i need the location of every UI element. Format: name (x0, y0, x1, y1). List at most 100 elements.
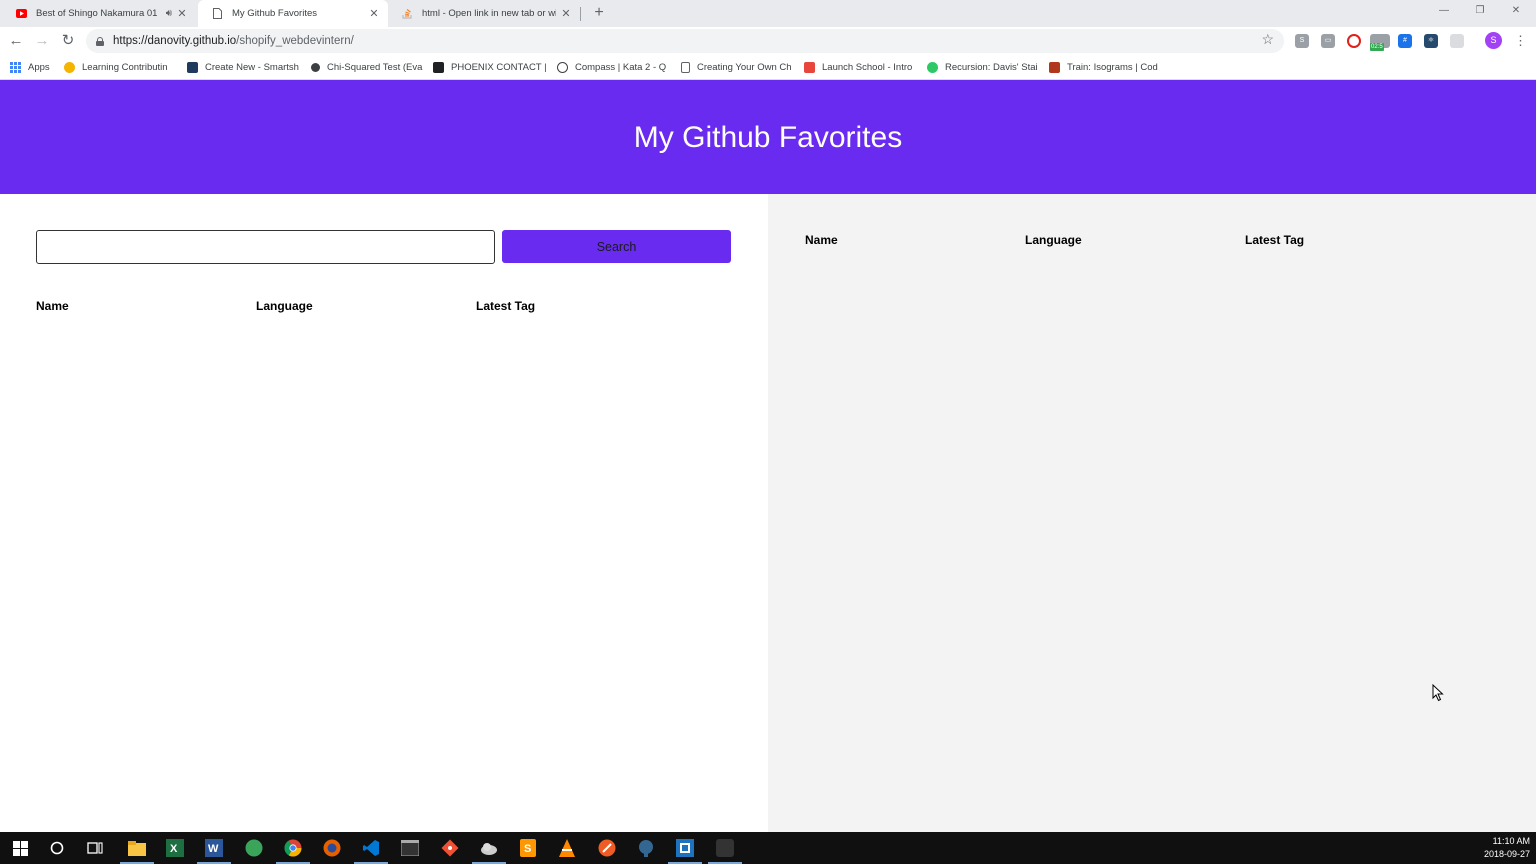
page-content: My Github Favorites Search Name Language… (0, 80, 1536, 832)
url-text: https://danovity.github.io/shopify_webde… (113, 35, 354, 47)
cast-extension-icon[interactable]: ▭ (1321, 34, 1335, 48)
excel-icon[interactable]: X (165, 838, 185, 858)
launch-school-icon (804, 61, 815, 73)
git-icon[interactable] (440, 838, 460, 858)
cloud-app-icon[interactable] (479, 838, 499, 858)
results-column-name: Name (36, 299, 69, 313)
favorites-column-latest-tag: Latest Tag (1245, 233, 1305, 247)
tab-title: Best of Shingo Nakamura 01 (36, 8, 158, 19)
bookmark-label: Launch School - Intro (822, 61, 913, 73)
grid-extension-icon[interactable]: # (1398, 34, 1412, 48)
bookmark-label: Apps (28, 61, 50, 73)
cortana-icon[interactable] (47, 838, 67, 858)
close-tab-icon[interactable]: ✕ (560, 7, 572, 20)
vlc-icon[interactable] (557, 838, 577, 858)
close-tab-icon[interactable]: ✕ (368, 7, 380, 20)
smartsheet-icon (187, 61, 198, 73)
bookmark-label: Learning Contributin (82, 61, 168, 73)
clock-date: 2018-09-27 (1483, 849, 1530, 859)
url-host: https://danovity.github.io (113, 35, 237, 47)
page-icon (681, 61, 690, 73)
bookmark-star-icon[interactable]: ☆ (1261, 31, 1274, 48)
postman-icon[interactable] (597, 838, 617, 858)
postgres-icon[interactable] (636, 838, 656, 858)
search-panel: Search Name Language Latest Tag (0, 194, 768, 832)
results-column-latest-tag: Latest Tag (476, 299, 536, 313)
firefox-icon[interactable] (322, 838, 342, 858)
bookmark-label: Chi-Squared Test (Eva (327, 61, 423, 73)
favorites-column-name: Name (805, 233, 838, 247)
bookmark-item[interactable]: PHOENIX CONTACT | (433, 60, 547, 74)
new-tab-button[interactable]: + (590, 3, 608, 23)
vscode-icon[interactable] (361, 838, 381, 858)
tab-github-favorites[interactable]: My Github Favorites ✕ (198, 0, 388, 27)
bookmark-item[interactable]: Train: Isograms | Cod (1049, 60, 1158, 74)
bookmark-item[interactable]: Create New - Smartsh (187, 60, 299, 74)
close-window-button[interactable]: ✕ (1502, 0, 1530, 22)
start-icon[interactable] (10, 838, 30, 858)
speaker-icon[interactable]: 🔊︎ (166, 8, 172, 19)
bookmark-item[interactable]: Compass | Kata 2 - Q (557, 60, 666, 74)
svg-text:S: S (524, 843, 531, 855)
chrome-icon[interactable] (283, 838, 303, 858)
lock-icon (96, 36, 104, 46)
stackoverflow-icon (402, 8, 413, 19)
compass-icon (557, 61, 568, 73)
bookmark-item[interactable]: Learning Contributin (64, 60, 168, 74)
tab-title: My Github Favorites (232, 8, 317, 19)
opera-extension-icon[interactable] (1347, 34, 1361, 48)
bookmark-icon (311, 62, 320, 72)
green-app-icon[interactable] (244, 838, 264, 858)
windows-taskbar: X W S 11:10 AM 2018-09-27 (0, 832, 1536, 864)
favorites-column-language: Language (1025, 233, 1082, 247)
youtube-icon (16, 8, 27, 19)
tab-stackoverflow[interactable]: html - Open link in new tab or wi ✕ (388, 0, 580, 27)
svg-text:W: W (208, 843, 219, 855)
profile-avatar[interactable]: S (1485, 32, 1502, 49)
bookmark-label: Train: Isograms | Cod (1067, 61, 1158, 73)
results-column-language: Language (256, 299, 313, 313)
react-extension-icon[interactable]: ⚛ (1424, 34, 1438, 48)
bookmark-label: Creating Your Own Ch (697, 61, 792, 73)
favorites-panel: Name Language Latest Tag (768, 194, 1536, 832)
page-icon (212, 8, 223, 19)
task-view-icon[interactable] (85, 838, 105, 858)
bookmark-label: Recursion: Davis' Stai (945, 61, 1038, 73)
bookmark-item[interactable]: Creating Your Own Ch (681, 60, 792, 74)
tab-separator (580, 7, 581, 21)
dark-app-icon[interactable] (675, 838, 695, 858)
sublime-icon[interactable]: S (518, 838, 538, 858)
header-banner: My Github Favorites (0, 80, 1536, 194)
bookmark-item[interactable]: Recursion: Davis' Stai (927, 60, 1038, 74)
bookmark-label: PHOENIX CONTACT | (451, 61, 547, 73)
file-explorer-icon[interactable] (127, 838, 147, 858)
restore-button[interactable]: ❐ (1466, 0, 1494, 22)
timer-extension-icon[interactable]: 02:5 (1370, 34, 1390, 51)
address-bar[interactable]: https://danovity.github.io/shopify_webde… (86, 29, 1284, 53)
bookmarks-bar: Apps Learning Contributin Create New - S… (0, 55, 1536, 80)
reload-icon[interactable]: ↻ (58, 31, 78, 51)
menu-dots-icon[interactable]: ⋮ (1514, 32, 1527, 49)
close-tab-icon[interactable]: ✕ (176, 7, 188, 20)
bookmark-item[interactable]: Launch School - Intro (804, 60, 912, 74)
back-arrow-icon[interactable]: ← (6, 31, 26, 51)
codewars-icon (1049, 61, 1060, 73)
search-input[interactable] (36, 230, 495, 264)
bookmark-item[interactable]: Chi-Squared Test (Eva (311, 60, 422, 74)
terminal-icon[interactable] (400, 838, 420, 858)
bookmark-apps[interactable]: Apps (10, 60, 50, 74)
faded-app-icon[interactable] (715, 838, 735, 858)
settings-extension-icon[interactable] (1450, 34, 1464, 48)
forward-arrow-icon[interactable]: → (32, 31, 52, 51)
search-button[interactable]: Search (502, 230, 731, 263)
word-icon[interactable]: W (204, 838, 224, 858)
browser-tab-strip: Best of Shingo Nakamura 01 🔊︎ ✕ My Githu… (0, 0, 1536, 27)
tab-youtube[interactable]: Best of Shingo Nakamura 01 🔊︎ ✕ (2, 0, 196, 27)
browser-toolbar: ← → ↻ https://danovity.github.io/shopify… (0, 27, 1536, 55)
svg-text:X: X (170, 843, 178, 855)
tab-title: html - Open link in new tab or wi (422, 8, 556, 19)
system-clock[interactable]: 11:10 AM 2018-09-27 (1484, 835, 1530, 861)
skype-extension-icon[interactable]: S (1295, 34, 1309, 48)
clock-time: 11:10 AM (1492, 836, 1530, 846)
minimize-button[interactable]: — (1430, 0, 1458, 22)
